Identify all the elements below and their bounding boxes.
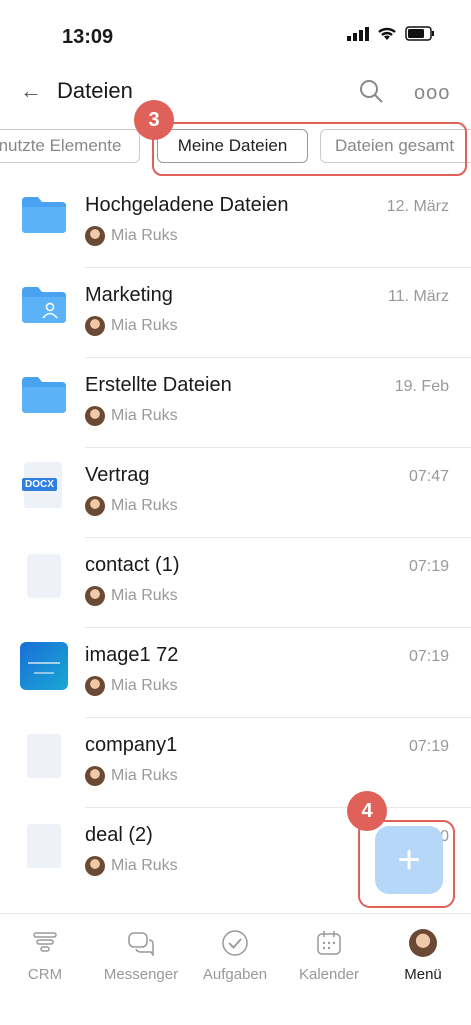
file-date: 07:19 bbox=[408, 558, 449, 575]
avatar bbox=[85, 586, 105, 606]
chat-icon bbox=[128, 932, 154, 956]
file-date: 11. März bbox=[387, 288, 449, 305]
avatar bbox=[409, 929, 437, 957]
list-item[interactable]: Marketing 11. März Mia Ruks bbox=[0, 268, 471, 358]
add-button[interactable]: + bbox=[375, 826, 443, 894]
list-item[interactable]: company1 07:19 Mia Ruks bbox=[0, 718, 471, 808]
file-name: Erstellte Dateien bbox=[85, 374, 232, 396]
status-icons bbox=[347, 26, 435, 41]
avatar bbox=[85, 766, 105, 786]
owner-name: Mia Ruks bbox=[111, 227, 178, 244]
nav-label: Menü bbox=[404, 966, 442, 983]
avatar bbox=[85, 856, 105, 876]
owner-name: Mia Ruks bbox=[111, 767, 178, 784]
avatar bbox=[85, 406, 105, 426]
file-date: 19. Feb bbox=[394, 378, 449, 395]
shared-folder-icon bbox=[22, 287, 66, 323]
status-bar: 13:09 bbox=[0, 0, 471, 70]
nav-label: Aufgaben bbox=[202, 966, 268, 983]
page-title: Dateien bbox=[57, 78, 133, 103]
nav-item-messenger[interactable]: Messenger bbox=[96, 928, 186, 983]
status-time: 13:09 bbox=[62, 26, 114, 48]
avatar bbox=[85, 316, 105, 336]
avatar bbox=[85, 496, 105, 516]
file-owner: Mia Ruks bbox=[85, 856, 178, 876]
image-thumbnail bbox=[20, 642, 68, 690]
highlight-tabs bbox=[152, 122, 467, 176]
file-owner: Mia Ruks bbox=[85, 766, 178, 786]
avatar bbox=[85, 676, 105, 696]
list-item[interactable]: image1 72 07:19 Mia Ruks bbox=[0, 628, 471, 718]
avatar bbox=[85, 226, 105, 246]
file-name: contact (1) bbox=[85, 554, 180, 576]
step-badge-3: 3 bbox=[134, 100, 174, 140]
owner-name: Mia Ruks bbox=[111, 587, 178, 604]
file-owner: Mia Ruks bbox=[85, 226, 178, 246]
owner-name: Mia Ruks bbox=[111, 677, 178, 694]
top-nav: ← Dateien ooo bbox=[0, 70, 471, 115]
file-date: 07:47 bbox=[408, 468, 449, 485]
list-item[interactable]: Erstellte Dateien 19. Feb Mia Ruks bbox=[0, 358, 471, 448]
file-icon bbox=[27, 824, 61, 868]
nav-item-calendar[interactable]: Kalender bbox=[284, 928, 374, 983]
owner-name: Mia Ruks bbox=[111, 857, 178, 874]
signal-icon bbox=[347, 26, 369, 41]
bottom-nav: CRM Messenger Aufgaben Kalender Menü bbox=[0, 913, 471, 1025]
owner-name: Mia Ruks bbox=[111, 407, 178, 424]
file-name: Hochgeladene Dateien bbox=[85, 194, 289, 216]
file-owner: Mia Ruks bbox=[85, 586, 178, 606]
file-date: 07:19 bbox=[408, 648, 449, 665]
list-item[interactable]: Hochgeladene Dateien 12. März Mia Ruks bbox=[0, 178, 471, 268]
owner-name: Mia Ruks bbox=[111, 317, 178, 334]
file-name: Vertrag bbox=[85, 464, 150, 486]
back-arrow-icon[interactable]: ← bbox=[20, 78, 42, 104]
search-icon[interactable] bbox=[358, 78, 384, 104]
file-owner: Mia Ruks bbox=[85, 496, 178, 516]
list-item[interactable]: contact (1) 07:19 Mia Ruks bbox=[0, 538, 471, 628]
nav-item-menu[interactable]: Menü bbox=[378, 928, 468, 983]
check-circle-icon bbox=[222, 930, 248, 956]
file-date: 07:19 bbox=[408, 738, 449, 755]
file-owner: Mia Ruks bbox=[85, 316, 178, 336]
nav-label: Messenger bbox=[103, 966, 179, 983]
file-icon bbox=[27, 554, 61, 598]
file-owner: Mia Ruks bbox=[85, 406, 178, 426]
nav-label: Kalender bbox=[298, 966, 360, 983]
wifi-icon bbox=[378, 27, 396, 40]
file-name: company1 bbox=[85, 734, 178, 756]
step-badge-4: 4 bbox=[347, 791, 387, 831]
nav-item-tasks[interactable]: Aufgaben bbox=[190, 928, 280, 983]
tab-recent[interactable]: nutzte Elemente bbox=[0, 129, 140, 163]
file-icon bbox=[27, 734, 61, 778]
nav-label: CRM bbox=[27, 966, 63, 983]
calendar-icon bbox=[317, 931, 341, 955]
docx-label: DOCX bbox=[22, 478, 57, 491]
folder-icon bbox=[22, 197, 66, 233]
file-name: image1 72 bbox=[85, 644, 179, 666]
more-options-icon[interactable]: ooo bbox=[414, 82, 450, 105]
list-item[interactable]: DOCX Vertrag 07:47 Mia Ruks bbox=[0, 448, 471, 538]
docx-icon: DOCX bbox=[22, 462, 62, 508]
nav-item-crm[interactable]: CRM bbox=[0, 928, 90, 983]
owner-name: Mia Ruks bbox=[111, 497, 178, 514]
battery-icon bbox=[405, 26, 434, 41]
file-name: Marketing bbox=[85, 284, 173, 306]
file-name: deal (2) bbox=[85, 824, 153, 846]
file-date: 12. März bbox=[386, 198, 449, 215]
file-owner: Mia Ruks bbox=[85, 676, 178, 696]
folder-icon bbox=[22, 377, 66, 413]
crm-funnel-icon bbox=[33, 932, 57, 952]
